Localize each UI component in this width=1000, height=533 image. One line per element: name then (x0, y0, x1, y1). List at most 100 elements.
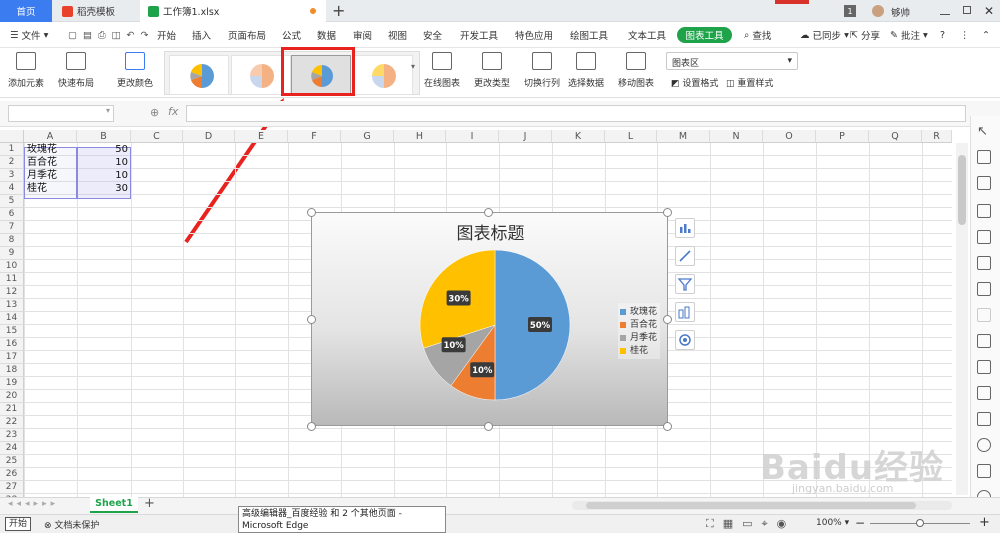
resize-handle[interactable] (307, 315, 316, 324)
row-header-11[interactable]: 11 (0, 273, 24, 286)
new-tab-button[interactable]: + (332, 1, 345, 20)
share-tool-icon[interactable] (977, 360, 991, 374)
menu-review[interactable]: 审阅 (353, 22, 372, 48)
column-header-c[interactable]: C (131, 130, 183, 143)
row-header-23[interactable]: 23 (0, 429, 24, 442)
cell-b2[interactable]: 10 (77, 156, 128, 169)
select-data-button[interactable]: 选择数据 (568, 52, 604, 89)
column-header-n[interactable]: N (710, 130, 763, 143)
cell-b4[interactable]: 30 (77, 182, 128, 195)
cell-a4[interactable]: 桂花 (27, 182, 47, 195)
cloud-tool-icon[interactable] (977, 464, 991, 478)
zoom-out-button[interactable]: − (855, 516, 865, 530)
horizontal-scrollbar[interactable] (572, 501, 952, 510)
chart-style-button[interactable] (675, 246, 695, 266)
restore-icon[interactable] (963, 6, 971, 14)
cell-a3[interactable]: 月季花 (27, 169, 57, 182)
cell-b1[interactable]: 50 (77, 143, 128, 156)
menu-features[interactable]: 特色应用 (515, 22, 553, 48)
column-header-i[interactable]: I (446, 130, 499, 143)
menu-view[interactable]: 视图 (388, 22, 407, 48)
name-box[interactable]: ▾ (8, 105, 114, 122)
row-header-13[interactable]: 13 (0, 299, 24, 312)
row-header-18[interactable]: 18 (0, 364, 24, 377)
sheet-nav-arrows-icon[interactable]: ◂◂◂▸▸▸ (8, 499, 59, 509)
vertical-scrollbar[interactable] (956, 143, 968, 495)
cell-a2[interactable]: 百合花 (27, 156, 57, 169)
row-header-20[interactable]: 20 (0, 390, 24, 403)
chart-settings-button[interactable] (675, 330, 695, 350)
row-header-25[interactable]: 25 (0, 455, 24, 468)
user-name[interactable]: 够帅 (891, 4, 910, 19)
row-header-22[interactable]: 22 (0, 416, 24, 429)
row-header-9[interactable]: 9 (0, 247, 24, 260)
grid-tool-icon[interactable] (977, 230, 991, 244)
row-header-7[interactable]: 7 (0, 221, 24, 234)
menu-page-layout[interactable]: 页面布局 (228, 22, 266, 48)
row-header-21[interactable]: 21 (0, 403, 24, 416)
share-button[interactable]: ⇱ 分享 (850, 22, 880, 48)
resize-handle[interactable] (307, 422, 316, 431)
menu-formula[interactable]: 公式 (282, 22, 301, 48)
online-chart-button[interactable]: 在线图表 (424, 52, 460, 89)
column-header-p[interactable]: P (816, 130, 869, 143)
legend-item[interactable]: 桂花 (620, 343, 648, 356)
tab-template[interactable]: 稻壳模板 (54, 0, 138, 22)
row-header-17[interactable]: 17 (0, 351, 24, 364)
menu-insert[interactable]: 插入 (192, 22, 211, 48)
quick-access-icons[interactable]: ▢▤⎙◫↶↷ (68, 22, 154, 48)
chart-element-select[interactable]: 图表区 ▾ (666, 52, 798, 70)
tab-workbook[interactable]: 工作簿1.xlsx (140, 0, 326, 22)
add-element-button[interactable]: 添加元素 (8, 52, 44, 89)
row-header-15[interactable]: 15 (0, 325, 24, 338)
legend-item[interactable]: 月季花 (620, 330, 657, 343)
row-header-8[interactable]: 8 (0, 234, 24, 247)
menu-developer[interactable]: 开发工具 (460, 22, 498, 48)
column-header-a[interactable]: A (24, 130, 77, 143)
tab-home[interactable]: 首页 (0, 0, 52, 22)
data-label-2[interactable]: 10% (441, 337, 466, 353)
sheet-tab-sheet1[interactable]: Sheet1 (90, 497, 138, 513)
menu-drawing-tools[interactable]: 绘图工具 (570, 22, 608, 48)
column-header-l[interactable]: L (605, 130, 657, 143)
fx-icon[interactable]: fx (168, 105, 178, 118)
row-header-5[interactable]: 5 (0, 195, 24, 208)
chart-legend[interactable]: 玫瑰花 百合花 月季花 桂花 (618, 303, 660, 359)
status-start-button[interactable]: 开始 (5, 517, 32, 531)
cell-a1[interactable]: 玫瑰花 (27, 143, 57, 156)
row-header-10[interactable]: 10 (0, 260, 24, 273)
row-header-6[interactable]: 6 (0, 208, 24, 221)
view-mode-icons[interactable]: ⛶▦▭⌖◉ (706, 517, 795, 531)
row-header-27[interactable]: 27 (0, 481, 24, 494)
quick-layout-button[interactable]: 快速布局 (58, 52, 94, 89)
zoom-formula-icon[interactable]: ⊕ (150, 106, 159, 119)
search-button[interactable]: ⌕ 查找 (744, 22, 771, 48)
column-header-g[interactable]: G (341, 130, 394, 143)
chart-style-4[interactable] (353, 55, 413, 95)
row-header-4[interactable]: 4 (0, 182, 24, 195)
resize-handle[interactable] (484, 422, 493, 431)
zoom-slider-thumb[interactable] (916, 519, 924, 527)
data-label-3[interactable]: 30% (446, 290, 471, 306)
resize-handle[interactable] (484, 208, 493, 217)
resize-handle[interactable] (663, 422, 672, 431)
vertical-scroll-thumb[interactable] (958, 155, 966, 225)
doc-protect-status[interactable]: ⊗ 文档未保护 (44, 518, 99, 531)
add-sheet-button[interactable]: + (144, 496, 155, 511)
cell-b3[interactable]: 10 (77, 169, 128, 182)
column-header-f[interactable]: F (288, 130, 341, 143)
zoom-level[interactable]: 100% ▾ (816, 518, 849, 528)
switch-row-col-button[interactable]: 切换行列 (524, 52, 560, 89)
data-label-1[interactable]: 10% (470, 362, 495, 378)
export-tool-icon[interactable] (977, 412, 991, 426)
close-icon[interactable]: ✕ (984, 3, 994, 18)
move-chart-button[interactable]: 移动图表 (618, 52, 654, 89)
resize-handle[interactable] (663, 315, 672, 324)
legend-item[interactable]: 百合花 (620, 317, 657, 330)
collapse-ribbon-icon[interactable]: ⌃ (982, 22, 990, 48)
resize-handle[interactable] (663, 208, 672, 217)
data-label-0[interactable]: 50% (528, 317, 552, 332)
minimize-icon[interactable] (940, 7, 950, 15)
select-all-corner[interactable] (0, 130, 24, 143)
column-header-q[interactable]: Q (869, 130, 922, 143)
